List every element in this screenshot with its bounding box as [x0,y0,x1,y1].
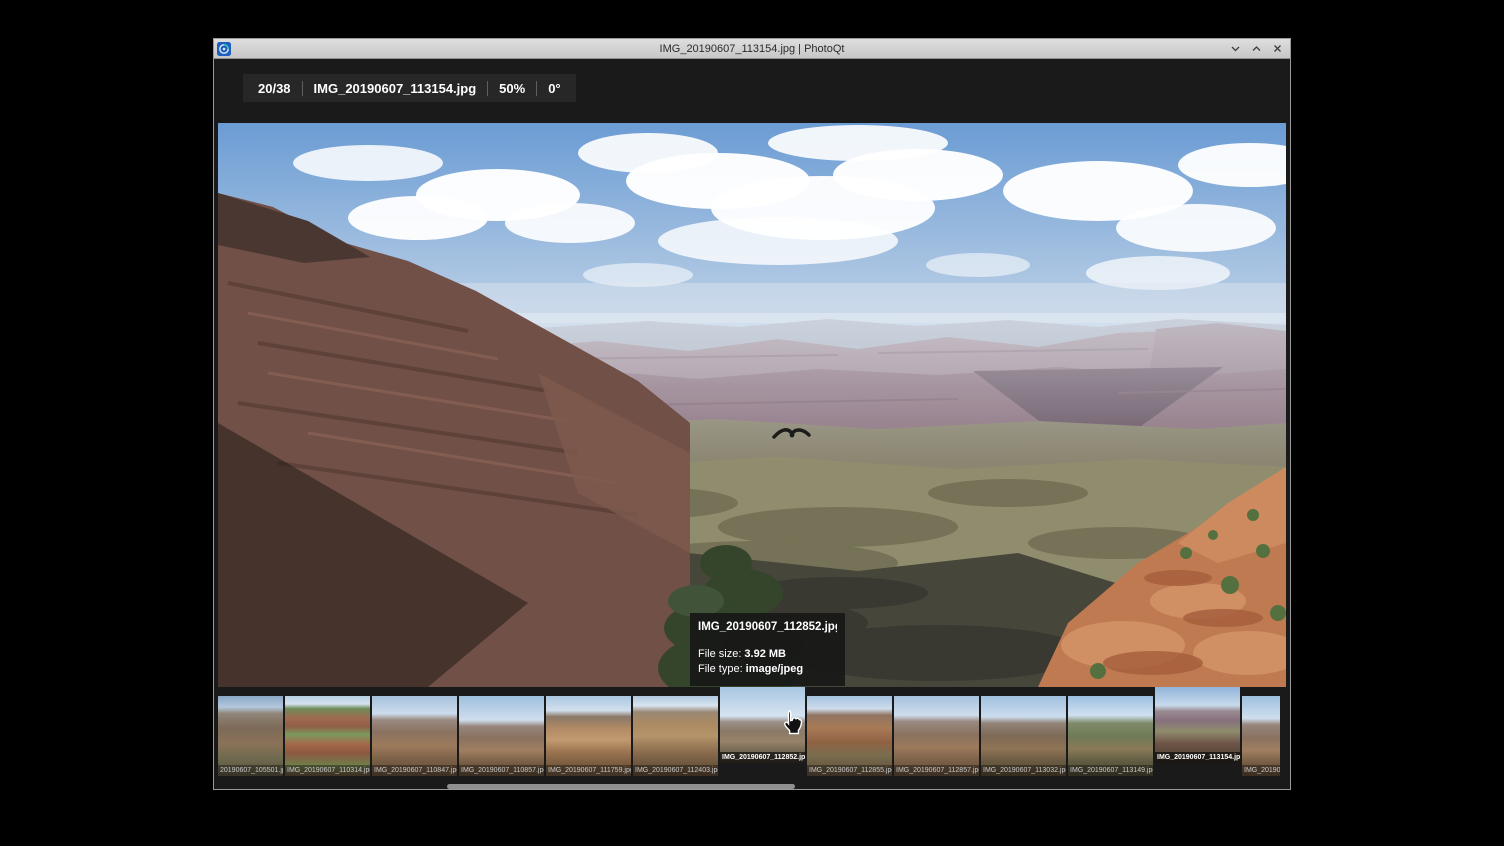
chevron-down-icon [1230,43,1241,54]
maximize-button[interactable] [1249,42,1263,56]
thumbnail-scrollbar[interactable] [447,784,795,789]
thumbnail-IMG_20190607_110847.jpg[interactable]: IMG_20190607_110847.jpg [372,696,457,776]
zoom-level: 50% [488,81,536,96]
thumbnail-IMG_20190607_110314.jpg[interactable]: IMG_20190607_110314.jpg [285,696,370,776]
thumbnail-IMG_20190607_112857.jpg[interactable]: IMG_20190607_112857.jpg [894,696,979,776]
thumbnail-20190607_105501.jpg[interactable]: 20190607_105501.jpg [218,696,283,776]
thumbnail-IMG_20190607_111759.jpg[interactable]: IMG_20190607_111759.jpg [546,696,631,776]
image-counter: 20/38 [247,81,302,96]
desktop: IMG_20190607_113154.jpg | PhotoQt [0,0,1504,846]
photo-canvas [218,123,1286,687]
rotation-angle: 0° [537,81,571,96]
thumbnail-label: IMG_20190607_110314.jpg [285,765,370,776]
tooltip-filename: IMG_20190607_112852.jpg [698,621,837,633]
main-photo[interactable] [218,123,1286,687]
image-viewer-area: 20/38 IMG_20190607_113154.jpg 50% 0° [214,59,1290,789]
thumbnail-IMG_20190607_112855.jpg[interactable]: IMG_20190607_112855.jpg [807,696,892,776]
titlebar[interactable]: IMG_20190607_113154.jpg | PhotoQt [214,39,1290,59]
window-title: IMG_20190607_113154.jpg | PhotoQt [214,43,1290,55]
thumbnail-label: IMG_20190607_112403.jpg [633,765,718,776]
thumbnail-tooltip: IMG_20190607_112852.jpg File size:3.92 M… [690,613,845,686]
thumbnail-IMG_20190607_113149.jpg[interactable]: IMG_20190607_113149.jpg [1068,696,1153,776]
thumbnail-label: IMG_20190607_110847.jpg [372,765,457,776]
thumbnail-label: IMG_20190607_111759.jpg [546,765,631,776]
thumbnail-label: IMG_20190607_110857.jpg [459,765,544,776]
thumbnail-label: IMG_20190607_113032.jpg [981,765,1066,776]
thumbnail-label: IMG_20190607_112857.jpg [894,765,979,776]
close-button[interactable] [1270,42,1284,56]
thumbnail-label: 20190607_105501.jpg [218,765,283,776]
tooltip-filetype: File type:image/jpeg [698,662,837,677]
minimize-button[interactable] [1228,42,1242,56]
thumbnail-IMG_20190607_113032.jpg[interactable]: IMG_20190607_113032.jpg [981,696,1066,776]
photoqt-window: IMG_20190607_113154.jpg | PhotoQt [213,38,1291,790]
thumbnail-label: IMG_20190607_113154.jpg [1155,752,1240,763]
current-filename: IMG_20190607_113154.jpg [303,81,488,96]
chevron-up-icon [1251,43,1262,54]
window-controls [1228,39,1284,58]
thumbnail-strip: 20190607_105501.jpgIMG_20190607_110314.j… [218,687,1286,779]
thumbnail-label: IMG_20190607_112852.jpg [720,752,805,763]
thumbnail-label: IMG_201906 [1242,765,1280,776]
thumbnail-strip-inner: 20190607_105501.jpgIMG_20190607_110314.j… [218,687,1286,776]
thumbnail-IMG_20190607_112852.jpg[interactable]: IMG_20190607_112852.jpg [720,687,805,763]
thumbnail-IMG_20190607_110857.jpg[interactable]: IMG_20190607_110857.jpg [459,696,544,776]
close-icon [1272,43,1283,54]
thumbnail-label: IMG_20190607_112855.jpg [807,765,892,776]
tooltip-filesize: File size:3.92 MB [698,647,837,662]
thumbnail-IMG_201906[interactable]: IMG_201906 [1242,696,1280,776]
quickinfo-bar: 20/38 IMG_20190607_113154.jpg 50% 0° [243,74,576,102]
thumbnail-label: IMG_20190607_113149.jpg [1068,765,1153,776]
thumbnail-IMG_20190607_112403.jpg[interactable]: IMG_20190607_112403.jpg [633,696,718,776]
thumbnail-IMG_20190607_113154.jpg[interactable]: IMG_20190607_113154.jpg [1155,687,1240,763]
